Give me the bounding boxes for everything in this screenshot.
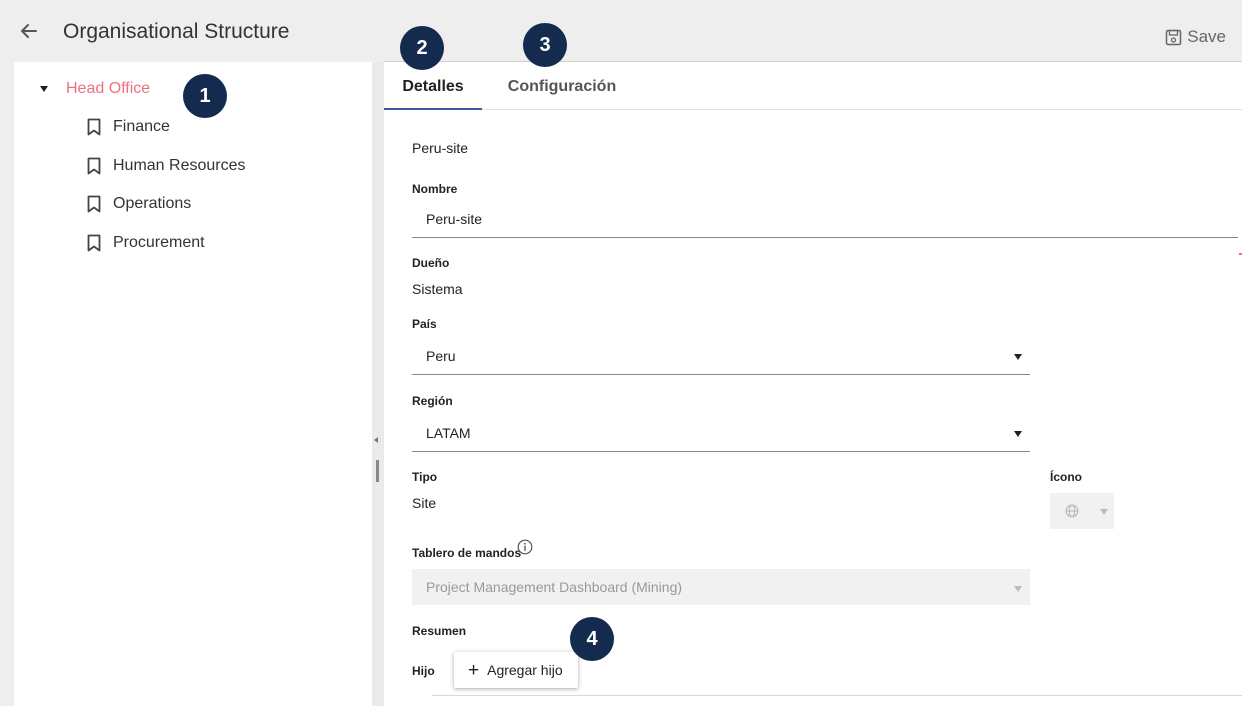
dropdown-arrow-icon: [1014, 431, 1022, 437]
child-table-border: [432, 695, 1242, 696]
tab-configuracion[interactable]: Configuración: [502, 62, 622, 110]
pais-select[interactable]: Peru: [412, 337, 1030, 375]
tab-detalles[interactable]: Detalles: [384, 62, 482, 110]
bookmark-icon: [87, 234, 101, 252]
caret-down-icon[interactable]: [40, 86, 48, 92]
tablero-value: Project Management Dashboard (Mining): [426, 579, 683, 595]
page-title: Organisational Structure: [63, 20, 290, 43]
tablero-label: Tablero de mandos: [412, 546, 522, 560]
save-button[interactable]: Save: [1165, 27, 1226, 47]
pais-label: País: [412, 317, 437, 331]
tree-item-label: Finance: [113, 118, 170, 135]
bookmark-icon: [87, 195, 101, 213]
record-name: Peru-site: [412, 140, 469, 156]
nombre-input[interactable]: Peru-site: [412, 201, 1238, 238]
details-form: Peru-site Nombre Peru-site Dueño Sistema…: [384, 110, 1242, 706]
callout-badge-2: 2: [400, 26, 444, 70]
save-label: Save: [1187, 27, 1226, 46]
icono-label: Ícono: [1050, 470, 1082, 484]
bookmark-icon: [87, 118, 101, 136]
tree-item-operations[interactable]: Operations: [86, 195, 191, 213]
tree-item-head-office[interactable]: Head Office: [40, 80, 150, 98]
callout-badge-3: 3: [523, 23, 567, 67]
tab-bar: Detalles Configuración: [384, 62, 1242, 110]
collapse-arrow-icon[interactable]: [374, 437, 378, 443]
tablero-select: Project Management Dashboard (Mining): [412, 569, 1030, 605]
right-toolbar: Save: [384, 0, 1242, 62]
tree-item-procurement[interactable]: Procurement: [86, 234, 205, 252]
tipo-label: Tipo: [412, 470, 438, 484]
callout-badge-1: 1: [183, 74, 227, 118]
tree-item-human-resources[interactable]: Human Resources: [86, 157, 246, 175]
region-select[interactable]: LATAM: [412, 414, 1030, 452]
dropdown-arrow-icon: [1014, 586, 1022, 592]
tree-item-label: Head Office: [66, 80, 151, 97]
back-button[interactable]: [16, 18, 42, 44]
plus-icon: +: [468, 659, 480, 681]
dropdown-arrow-icon: [1100, 509, 1108, 515]
tree-item-label: Procurement: [113, 234, 205, 251]
nombre-label: Nombre: [412, 182, 458, 196]
bookmark-icon: [87, 157, 101, 175]
save-icon: [1166, 29, 1182, 45]
splitter-handle[interactable]: [376, 460, 379, 482]
org-tree: Head Office Finance Human Resources Oper…: [14, 62, 372, 706]
dueno-label: Dueño: [412, 256, 450, 270]
tipo-value: Site: [412, 495, 437, 511]
region-value: LATAM: [426, 425, 471, 441]
tree-item-label: Operations: [113, 195, 192, 212]
region-label: Región: [412, 394, 453, 408]
dropdown-arrow-icon: [1014, 354, 1022, 360]
info-icon[interactable]: [517, 539, 533, 555]
arrow-back-icon: [21, 24, 37, 38]
callout-badge-4: 4: [570, 617, 614, 661]
dueno-value: Sistema: [412, 281, 463, 297]
resumen-label: Resumen: [412, 624, 467, 638]
icono-select: [1050, 493, 1114, 529]
pais-value: Peru: [426, 348, 456, 364]
add-child-label: Agregar hijo: [487, 662, 563, 678]
globe-icon: [1065, 504, 1079, 518]
tree-item-finance[interactable]: Finance: [86, 118, 170, 136]
hijo-label: Hijo: [412, 664, 435, 678]
tree-item-label: Human Resources: [113, 157, 246, 174]
left-header: Organisational Structure: [0, 0, 390, 62]
add-child-button[interactable]: + Agregar hijo: [454, 652, 578, 688]
left-panel: Head Office Finance Human Resources Oper…: [0, 62, 384, 706]
panel-splitter: [372, 62, 384, 706]
